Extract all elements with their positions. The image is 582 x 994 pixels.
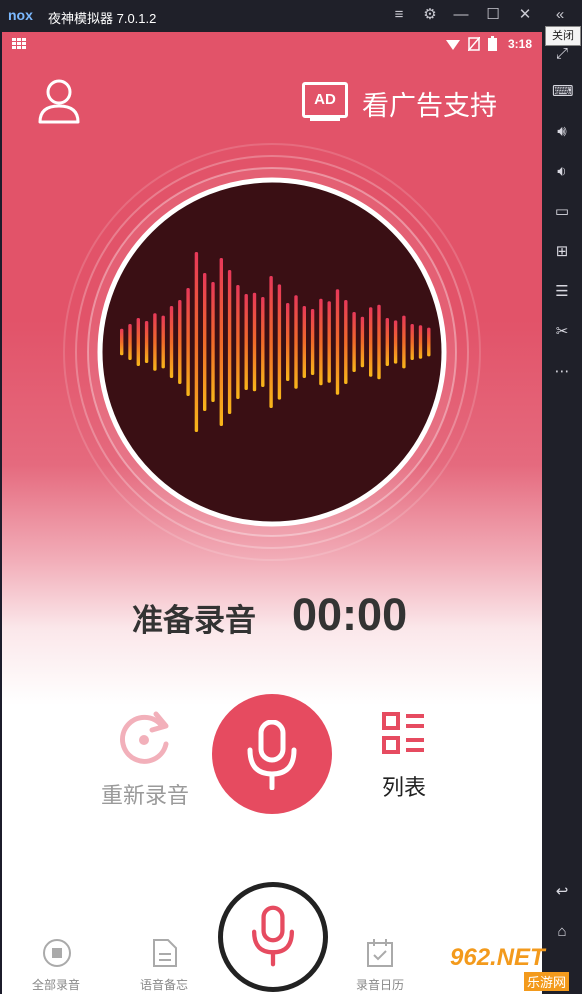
waveform-bar <box>352 312 356 372</box>
install-apk-icon[interactable]: ⊞ <box>552 242 572 262</box>
maximize-icon[interactable]: ☐ <box>484 6 502 24</box>
watermark-text: 962.NET <box>450 944 545 971</box>
waveform-bar <box>186 288 190 396</box>
battery-icon <box>488 36 497 51</box>
waveform-bar <box>302 306 306 378</box>
waveform-bar <box>360 316 365 368</box>
app-grid-icon <box>12 38 26 50</box>
waveform-bar <box>136 318 140 366</box>
nav-item-recording-calendar[interactable]: 录音日历 <box>330 934 430 994</box>
note-icon <box>153 939 177 967</box>
ad-icon-stand <box>310 118 340 121</box>
window-titlebar: nox 夜神模拟器 7.0.1.2 ≡ ⚙ — ☐ ✕ « <box>0 0 582 32</box>
collapse-sidebar-icon[interactable]: « <box>551 6 569 24</box>
waveform-bar <box>327 301 331 383</box>
android-status-bar: 3:18 <box>2 32 542 56</box>
recording-status-row: 准备录音 00:00 <box>2 587 542 647</box>
volume-up-icon[interactable]: 🔊︎ <box>552 122 572 142</box>
window-title: 夜神模拟器 7.0.1.2 <box>48 11 157 26</box>
microphone-icon <box>247 720 297 790</box>
waveform-bar <box>244 294 248 390</box>
minimize-icon[interactable]: — <box>452 6 470 24</box>
waveform-bar <box>418 325 423 359</box>
waveform-bar <box>227 270 232 414</box>
emulator-sidebar: ⤢ ⌨ 🔊︎ 🔉︎ ▭ ⊞ ☰ ✂ ⋯ ↩ ⌂ <box>542 32 582 994</box>
waveform-bar <box>319 298 323 386</box>
back-icon[interactable]: ↩ <box>552 882 572 902</box>
waveform-bar <box>402 315 406 369</box>
recording-waveform-visual <box>63 143 481 561</box>
waveform-bar <box>161 315 165 369</box>
scissors-icon[interactable]: ✂ <box>552 322 572 342</box>
nav-label: 全部录音 <box>31 978 80 992</box>
ad-icon: AD <box>302 82 348 118</box>
waveform-bar <box>310 309 315 375</box>
waveform-bar <box>385 318 389 366</box>
nav-item-voice-memo[interactable]: 语音备忘 <box>114 934 214 994</box>
volume-down-icon[interactable]: 🔉︎ <box>552 162 572 182</box>
app-screen: 3:18 AD 看广告支持 准备录音 00:00 重新录音 列表 全部录音 语音… <box>2 32 542 994</box>
waveform-bar <box>369 307 373 377</box>
waveform-bar <box>277 284 282 400</box>
calendar-icon <box>367 939 393 967</box>
settings-gear-icon[interactable]: ⚙ <box>421 6 439 24</box>
user-profile-icon[interactable] <box>36 78 82 126</box>
waveform-bar <box>377 304 381 380</box>
waveform-bar <box>120 328 124 356</box>
recording-status-label: 准备录音 <box>132 603 256 639</box>
waveform-bar <box>344 300 348 384</box>
watch-ad-support-button[interactable]: AD 看广告支持 <box>302 78 522 126</box>
waveform-bar <box>286 303 290 381</box>
screenshot-icon[interactable]: ▭ <box>552 202 572 222</box>
waveform-bar <box>144 321 149 363</box>
waveform-bar <box>335 289 340 395</box>
waveform-bar <box>252 292 257 392</box>
site-watermark: 962.NET 乐游网 <box>446 940 582 994</box>
waveform-bar <box>410 324 414 360</box>
ad-support-label: 看广告支持 <box>362 91 497 122</box>
wifi-icon <box>446 40 460 50</box>
multi-instance-icon[interactable]: ☰ <box>552 282 572 302</box>
rerecord-button[interactable]: 重新录音 <box>90 704 200 814</box>
waveform-bar <box>128 324 132 360</box>
waveform-bar <box>211 282 215 402</box>
nox-logo: nox <box>8 7 33 23</box>
record-circle-icon <box>43 939 71 967</box>
nav-label: 录音日历 <box>355 978 404 992</box>
more-options-icon[interactable]: ⋯ <box>552 362 572 382</box>
waveform-bar <box>393 320 398 364</box>
close-icon[interactable]: ✕ <box>516 6 534 24</box>
rerecord-icon <box>120 711 169 764</box>
nav-item-all-recordings[interactable]: 全部录音 <box>6 934 106 994</box>
waveform-bar <box>169 306 174 378</box>
microphone-icon <box>252 905 294 967</box>
list-icon <box>382 712 424 754</box>
menu-icon[interactable]: ≡ <box>390 6 408 24</box>
fullscreen-icon[interactable]: ⤢ <box>552 44 572 64</box>
home-icon[interactable]: ⌂ <box>552 922 572 942</box>
rerecord-label: 重新录音 <box>100 784 189 809</box>
close-tooltip: 关闭 <box>545 26 581 46</box>
list-label: 列表 <box>381 776 426 801</box>
no-sim-icon <box>468 37 480 51</box>
waveform-bar <box>236 285 240 399</box>
nav-label: 语音备忘 <box>139 978 188 992</box>
waveform-bar <box>427 327 431 357</box>
waveform-bar <box>219 258 223 426</box>
nav-record-button[interactable] <box>218 882 328 992</box>
recording-timer: 00:00 <box>292 589 408 640</box>
waveform-bar <box>294 295 298 389</box>
clock-time: 3:18 <box>507 37 532 51</box>
waveform-bar <box>261 297 265 387</box>
waveform-bar <box>178 300 182 384</box>
list-button[interactable]: 列表 <box>364 712 444 822</box>
waveform-bar <box>203 273 207 411</box>
record-button[interactable] <box>212 694 332 814</box>
keyboard-icon[interactable]: ⌨ <box>552 82 574 102</box>
waveform-bar <box>194 252 199 432</box>
watermark-sub: 乐游网 <box>524 972 570 991</box>
waveform-bar <box>269 276 273 408</box>
waveform-bar <box>153 313 157 371</box>
